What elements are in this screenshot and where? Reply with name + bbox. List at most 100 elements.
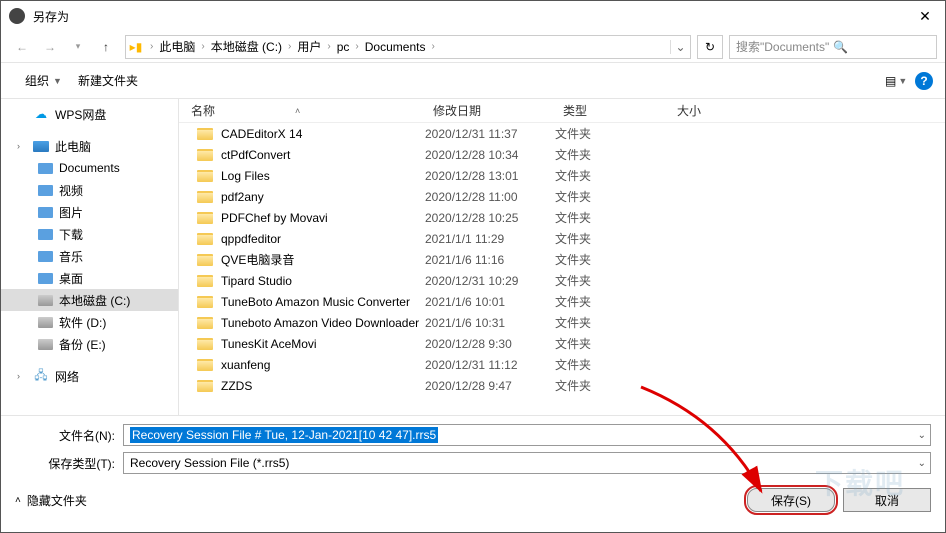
filename-label: 文件名(N): — [15, 427, 123, 444]
sidebar-item-label: 本地磁盘 (C:) — [59, 292, 130, 309]
refresh-button[interactable]: ↻ — [697, 35, 723, 59]
file-name: CADEditorX 14 — [221, 127, 302, 141]
file-row[interactable]: QVE电脑录音2021/1/6 11:16文件夹 — [179, 249, 945, 270]
file-type: 文件夹 — [555, 293, 669, 310]
sidebar-item[interactable]: 下载 — [1, 223, 178, 245]
file-row[interactable]: xuanfeng2020/12/31 11:12文件夹 — [179, 354, 945, 375]
column-name[interactable]: 名称˄ — [179, 102, 433, 119]
column-date[interactable]: 修改日期 — [433, 102, 563, 119]
file-row[interactable]: Tuneboto Amazon Video Downloader 2021/1/6… — [179, 312, 945, 333]
sidebar-item[interactable]: ›🖧网络 — [1, 365, 178, 387]
close-button[interactable]: ✕ — [905, 1, 945, 31]
sidebar-item-label: 视频 — [59, 182, 83, 199]
breadcrumb-item[interactable]: 用户 — [295, 38, 323, 55]
file-row[interactable]: qppdfeditor2021/1/1 11:29文件夹 — [179, 228, 945, 249]
pc-icon — [33, 139, 49, 153]
organize-menu[interactable]: 组织▼ — [17, 68, 70, 93]
file-name: xuanfeng — [221, 358, 270, 372]
file-row[interactable]: ctPdfConvert2020/12/28 10:34文件夹 — [179, 144, 945, 165]
chevron-icon: › — [17, 141, 27, 151]
sidebar-item[interactable]: Documents — [1, 157, 178, 179]
file-type: 文件夹 — [555, 230, 669, 247]
file-type: 文件夹 — [555, 335, 669, 352]
sidebar-item[interactable]: 本地磁盘 (C:) — [1, 289, 178, 311]
file-date: 2021/1/6 10:31 — [425, 316, 555, 330]
file-row[interactable]: Tipard Studio2020/12/31 10:29文件夹 — [179, 270, 945, 291]
breadcrumb-item[interactable]: 本地磁盘 (C:) — [209, 38, 284, 55]
file-type: 文件夹 — [555, 251, 669, 268]
breadcrumb-dropdown[interactable]: ⌄ — [670, 40, 690, 54]
breadcrumb-item[interactable]: Documents — [363, 40, 428, 54]
folder-icon — [37, 227, 53, 241]
file-name: Tuneboto Amazon Video Downloader — [221, 316, 419, 330]
sidebar-item[interactable]: 备份 (E:) — [1, 333, 178, 355]
folder-icon — [197, 149, 213, 161]
cancel-button[interactable]: 取消 — [843, 488, 931, 512]
filetype-label: 保存类型(T): — [15, 455, 123, 472]
file-list: CADEditorX 142020/12/31 11:37文件夹ctPdfCon… — [179, 123, 945, 415]
folder-icon — [197, 296, 213, 308]
forward-button: → — [37, 35, 63, 59]
file-date: 2020/12/28 9:30 — [425, 337, 555, 351]
sidebar-item[interactable]: 桌面 — [1, 267, 178, 289]
sidebar-item[interactable]: 视频 — [1, 179, 178, 201]
filename-input[interactable]: Recovery Session File # Tue, 12-Jan-2021… — [123, 424, 931, 446]
breadcrumb[interactable]: ▸▮ › 此电脑 › 本地磁盘 (C:) › 用户 › pc › Documen… — [125, 35, 691, 59]
hide-folders-toggle[interactable]: ˄ 隐藏文件夹 — [15, 492, 87, 509]
folder-icon — [197, 317, 213, 329]
folder-icon — [197, 359, 213, 371]
sidebar-item-label: 备份 (E:) — [59, 336, 106, 353]
sidebar-item[interactable]: 软件 (D:) — [1, 311, 178, 333]
titlebar: 另存为 ✕ — [1, 1, 945, 31]
window-title: 另存为 — [33, 8, 905, 25]
chevron-down-icon[interactable]: ⌄ — [918, 458, 926, 469]
file-row[interactable]: PDFChef by Movavi2020/12/28 10:25文件夹 — [179, 207, 945, 228]
chevron-right-icon: › — [323, 41, 334, 52]
filename-value: Recovery Session File # Tue, 12-Jan-2021… — [130, 427, 438, 443]
file-date: 2020/12/28 10:34 — [425, 148, 555, 162]
file-date: 2021/1/6 11:16 — [425, 253, 555, 267]
file-row[interactable]: TuneBoto Amazon Music Converter2021/1/6 … — [179, 291, 945, 312]
file-type: 文件夹 — [555, 146, 669, 163]
chevron-right-icon: › — [427, 41, 438, 52]
toolbar: 组织▼ 新建文件夹 ▤▼ ? — [1, 63, 945, 99]
up-button[interactable]: ↑ — [93, 35, 119, 59]
sidebar-item[interactable]: 图片 — [1, 201, 178, 223]
breadcrumb-item[interactable]: 此电脑 — [157, 38, 197, 55]
disk-icon — [37, 293, 53, 307]
view-options[interactable]: ▤▼ — [885, 73, 905, 89]
folder-icon — [197, 254, 213, 266]
column-size[interactable]: 大小 — [677, 102, 777, 119]
new-folder-button[interactable]: 新建文件夹 — [70, 68, 146, 93]
save-button[interactable]: 保存(S) — [747, 488, 835, 512]
sidebar-item-label: 桌面 — [59, 270, 83, 287]
recent-dropdown[interactable]: ▾ — [65, 35, 91, 59]
file-row[interactable]: CADEditorX 142020/12/31 11:37文件夹 — [179, 123, 945, 144]
file-row[interactable]: Log Files2020/12/28 13:01文件夹 — [179, 165, 945, 186]
chevron-right-icon: › — [351, 41, 362, 52]
folder-icon — [197, 338, 213, 350]
file-name: qppdfeditor — [221, 232, 281, 246]
back-button[interactable]: ← — [9, 35, 35, 59]
breadcrumb-item[interactable]: pc — [335, 40, 352, 54]
sidebar-item[interactable]: › 此电脑 — [1, 135, 178, 157]
folder-icon — [37, 271, 53, 285]
sidebar-item[interactable]: 音乐 — [1, 245, 178, 267]
sidebar-item[interactable]: ☁WPS网盘 — [1, 103, 178, 125]
chevron-down-icon[interactable]: ⌄ — [918, 430, 926, 441]
file-row[interactable]: ZZDS2020/12/28 9:47文件夹 — [179, 375, 945, 396]
column-headers: 名称˄ 修改日期 类型 大小 — [179, 99, 945, 123]
column-type[interactable]: 类型 — [563, 102, 677, 119]
file-date: 2020/12/31 10:29 — [425, 274, 555, 288]
folder-icon — [37, 205, 53, 219]
file-row[interactable]: TunesKit AceMovi2020/12/28 9:30文件夹 — [179, 333, 945, 354]
search-input[interactable]: 搜索"Documents" 🔍 — [729, 35, 937, 59]
file-type: 文件夹 — [555, 314, 669, 331]
file-row[interactable]: pdf2any2020/12/28 11:00文件夹 — [179, 186, 945, 207]
cloud-icon: ☁ — [33, 107, 49, 121]
folder-icon — [37, 183, 53, 197]
filetype-select[interactable]: Recovery Session File (*.rrs5) ⌄ — [123, 452, 931, 474]
help-icon[interactable]: ? — [915, 72, 933, 90]
folder-icon — [197, 191, 213, 203]
sidebar-item-label: 此电脑 — [55, 138, 91, 155]
